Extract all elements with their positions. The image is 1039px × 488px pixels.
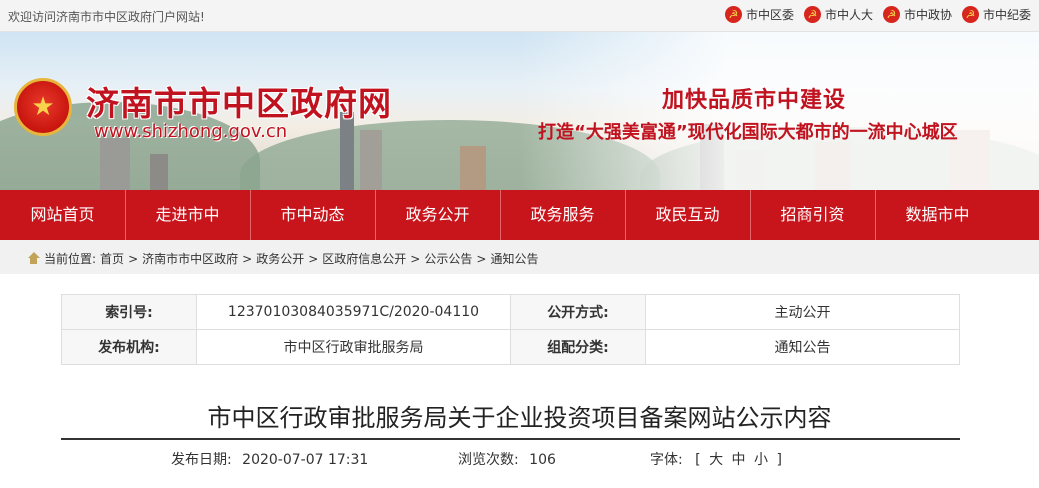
title-divider [61, 438, 960, 440]
national-emblem-icon [803, 6, 821, 23]
nav-item-gov-services[interactable]: 政务服务 [500, 190, 625, 240]
welcome-text: 欢迎访问济南市市中区政府门户网站! [8, 10, 205, 24]
font-large-button[interactable]: 大 [709, 452, 723, 468]
index-number-key: 索引号: [61, 294, 197, 330]
breadcrumb-item-info-disclosure[interactable]: 区政府信息公开 [322, 250, 406, 267]
view-count: 浏览次数: 106 [458, 449, 556, 469]
breadcrumb-separator: > [410, 251, 421, 266]
font-size-label: 字体: [650, 452, 683, 468]
slogan-sub: 打造“大强美富通”现代化国际大都市的一流中心城区 [538, 122, 958, 143]
breadcrumb-separator: > [128, 251, 139, 266]
table-row: 索引号: 12370103084035971C/2020-04110 公开方式:… [61, 294, 960, 330]
nav-item-news[interactable]: 市中动态 [250, 190, 375, 240]
publish-date-label: 发布日期: [171, 452, 232, 468]
breadcrumb-separator: > [308, 251, 319, 266]
breadcrumb-item-home[interactable]: 首页 [100, 250, 124, 267]
party-emblem-icon [724, 6, 742, 23]
publishing-org-key: 发布机构: [61, 329, 197, 365]
publish-date-value: 2020-07-07 17:31 [242, 452, 369, 468]
top-link-discipline-commission[interactable]: 市中纪委 [961, 6, 1031, 23]
breadcrumb-separator: > [476, 251, 487, 266]
top-link-label: 市中人大 [824, 8, 873, 22]
publishing-org-value: 市中区行政审批服务局 [196, 329, 511, 365]
banner-building [150, 154, 168, 190]
document-info-table: 索引号: 12370103084035971C/2020-04110 公开方式:… [61, 294, 960, 365]
breadcrumb-item-gov-affairs[interactable]: 政务公开 [256, 250, 304, 267]
nav-item-interaction[interactable]: 政民互动 [625, 190, 750, 240]
breadcrumb-item-gov[interactable]: 济南市市中区政府 [142, 250, 238, 267]
font-bracket-open: [ [695, 452, 701, 468]
nav-item-about[interactable]: 走进市中 [125, 190, 250, 240]
breadcrumb-bar: 当前位置: 首页 > 济南市市中区政府 > 政务公开 > 区政府信息公开 > 公… [0, 240, 1039, 274]
nav-item-home[interactable]: 网站首页 [0, 190, 125, 240]
font-size-control: 字体: [ 大 中 小 ] [650, 449, 782, 469]
top-bar: 欢迎访问济南市市中区政府门户网站! 市中区委 市中人大 市中政协 市中纪委 [0, 0, 1039, 32]
disclosure-method-key: 公开方式: [510, 294, 646, 330]
banner-building [100, 138, 130, 190]
top-link-label: 市中纪委 [982, 8, 1031, 22]
top-link-label: 市中政协 [903, 8, 952, 22]
breadcrumb: 当前位置: 首页 > 济南市市中区政府 > 政务公开 > 区政府信息公开 > 公… [27, 250, 538, 267]
site-url: www.shizhong.gov.cn [94, 121, 288, 142]
breadcrumb-item-announcements[interactable]: 公示公告 [424, 250, 472, 267]
category-key: 组配分类: [510, 329, 646, 365]
view-count-label: 浏览次数: [458, 452, 519, 468]
site-title[interactable]: 济南市市中区政府网 [86, 77, 392, 125]
party-emblem-icon [961, 6, 979, 23]
header-banner: ★ 济南市市中区政府网 www.shizhong.gov.cn 加快品质市中建设… [0, 32, 1039, 190]
national-emblem-logo[interactable]: ★ [14, 78, 72, 136]
breadcrumb-separator: > [242, 251, 253, 266]
disclosure-method-value: 主动公开 [645, 294, 960, 330]
top-link-cppcc[interactable]: 市中政协 [882, 6, 952, 23]
index-number-value: 12370103084035971C/2020-04110 [196, 294, 511, 330]
top-link-label: 市中区委 [745, 8, 794, 22]
nav-item-data[interactable]: 数据市中 [875, 190, 1000, 240]
top-links: 市中区委 市中人大 市中政协 市中纪委 [715, 6, 1031, 23]
main-nav: 网站首页 走进市中 市中动态 政务公开 政务服务 政民互动 招商引资 数据市中 [0, 190, 1039, 240]
article-title: 市中区行政审批服务局关于企业投资项目备案网站公示内容 [207, 404, 832, 432]
nav-item-investment[interactable]: 招商引资 [750, 190, 875, 240]
view-count-value: 106 [529, 452, 556, 468]
font-medium-button[interactable]: 中 [732, 452, 746, 468]
font-bracket-close: ] [776, 452, 782, 468]
banner-building [460, 146, 486, 190]
banner-building [360, 130, 382, 190]
font-small-button[interactable]: 小 [754, 452, 768, 468]
slogan-main: 加快品质市中建设 [662, 88, 847, 113]
nav-item-gov-affairs[interactable]: 政务公开 [375, 190, 500, 240]
cppcc-emblem-icon [882, 6, 900, 23]
top-link-peoples-congress[interactable]: 市中人大 [803, 6, 873, 23]
table-row: 发布机构: 市中区行政审批服务局 组配分类: 通知公告 [61, 329, 960, 365]
breadcrumb-label: 当前位置: [44, 252, 97, 266]
top-link-district-committee[interactable]: 市中区委 [724, 6, 794, 23]
publish-date: 发布日期: 2020-07-07 17:31 [171, 449, 368, 469]
breadcrumb-item-notices[interactable]: 通知公告 [490, 250, 538, 267]
category-value: 通知公告 [645, 329, 960, 365]
home-icon [27, 252, 40, 265]
